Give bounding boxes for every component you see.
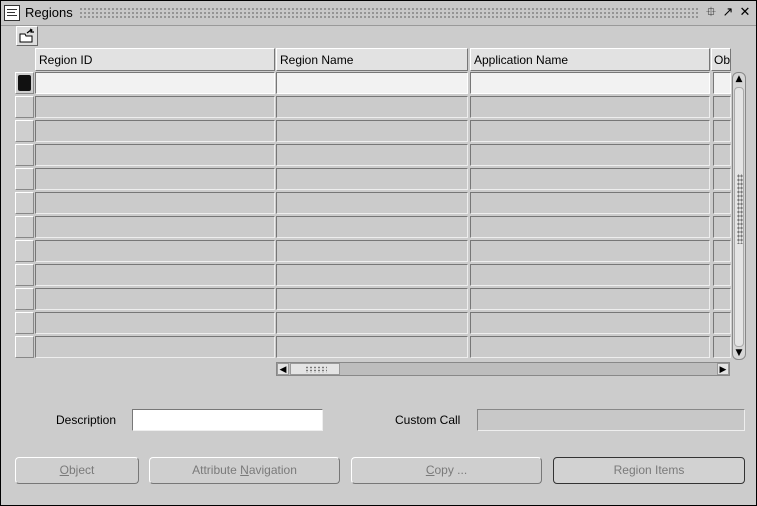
cell-application-name[interactable] — [470, 336, 710, 358]
column-header-region-name[interactable]: Region Name — [276, 48, 468, 71]
scroll-left-icon[interactable]: ◀ — [277, 363, 289, 375]
cell-region-id[interactable] — [35, 120, 275, 142]
cell-object[interactable] — [713, 120, 731, 142]
row-selector[interactable] — [15, 288, 34, 310]
regions-window: Regions ⯐ ↗ ✕ Region ID Region Name Appl… — [0, 0, 757, 506]
cell-application-name[interactable] — [470, 168, 710, 190]
cell-region-id[interactable] — [35, 72, 275, 94]
title-bar[interactable]: Regions ⯐ ↗ ✕ — [1, 1, 756, 26]
attribute-navigation-button-post: avigation — [248, 463, 297, 477]
scroll-up-icon[interactable]: ▲ — [733, 73, 745, 85]
cell-region-id[interactable] — [35, 216, 275, 238]
cell-region-id[interactable] — [35, 96, 275, 118]
cell-region-name[interactable] — [276, 168, 468, 190]
cell-object[interactable] — [713, 72, 731, 94]
cell-object[interactable] — [713, 144, 731, 166]
region-items-button-label: Region Items — [613, 463, 685, 477]
cell-region-name[interactable] — [276, 96, 468, 118]
cell-region-name[interactable] — [276, 144, 468, 166]
cell-region-name[interactable] — [276, 312, 468, 334]
cell-application-name[interactable] — [470, 144, 710, 166]
row-selector[interactable] — [15, 312, 34, 334]
cell-object[interactable] — [713, 312, 731, 334]
horizontal-scrollbar[interactable]: ◀ ▶ — [276, 362, 730, 376]
row-selector[interactable] — [15, 264, 34, 286]
cell-region-id[interactable] — [35, 240, 275, 262]
vertical-scroll-thumb[interactable] — [734, 87, 744, 347]
cell-region-id[interactable] — [35, 336, 275, 358]
open-folder-button[interactable] — [16, 26, 38, 46]
cell-application-name[interactable] — [470, 288, 710, 310]
cell-application-name[interactable] — [470, 312, 710, 334]
cell-region-name[interactable] — [276, 216, 468, 238]
description-label: Description — [56, 413, 117, 427]
row-selector[interactable] — [15, 120, 34, 142]
cell-application-name[interactable] — [470, 120, 710, 142]
cell-application-name[interactable] — [470, 264, 710, 286]
cell-application-name[interactable] — [470, 240, 710, 262]
row-selector[interactable] — [15, 168, 34, 190]
cell-region-name[interactable] — [276, 120, 468, 142]
object-button[interactable]: Object — [15, 457, 139, 484]
vertical-scrollbar[interactable]: ▲ ▼ — [732, 72, 746, 360]
cell-region-id[interactable] — [35, 192, 275, 214]
row-selector[interactable] — [15, 192, 34, 214]
scroll-right-icon[interactable]: ▶ — [717, 363, 729, 375]
cell-region-name[interactable] — [276, 192, 468, 214]
row-selector[interactable] — [15, 144, 34, 166]
custom-call-input[interactable] — [477, 409, 745, 431]
cell-application-name[interactable] — [470, 216, 710, 238]
cell-region-name[interactable] — [276, 240, 468, 262]
attribute-navigation-button-pre: Attribute — [192, 463, 241, 477]
cell-object[interactable] — [713, 288, 731, 310]
cell-region-name[interactable] — [276, 288, 468, 310]
cell-object[interactable] — [713, 216, 731, 238]
attribute-navigation-button[interactable]: Attribute Navigation — [149, 457, 340, 484]
cell-object[interactable] — [713, 264, 731, 286]
cell-region-id[interactable] — [35, 264, 275, 286]
cell-application-name[interactable] — [470, 192, 710, 214]
minimize-icon[interactable]: ⯐ — [704, 4, 718, 22]
cell-region-id[interactable] — [35, 312, 275, 334]
title-bar-texture — [79, 7, 699, 19]
column-header-region-id[interactable]: Region ID — [35, 48, 275, 71]
copy-button-post: opy ... — [434, 463, 468, 477]
cell-region-id[interactable] — [35, 168, 275, 190]
cell-object[interactable] — [713, 336, 731, 358]
scroll-down-icon[interactable]: ▼ — [733, 347, 745, 359]
column-header-object[interactable]: Ob — [711, 48, 731, 71]
attribute-navigation-button-mnemonic: N — [240, 463, 249, 477]
object-button-mnemonic: O — [59, 463, 69, 477]
cell-region-id[interactable] — [35, 288, 275, 310]
row-selector[interactable] — [15, 336, 34, 358]
column-header-application-name[interactable]: Application Name — [470, 48, 710, 71]
description-input[interactable] — [132, 409, 323, 431]
region-items-button[interactable]: Region Items — [553, 457, 745, 484]
row-selector[interactable] — [15, 72, 34, 94]
maximize-icon[interactable]: ↗ — [721, 4, 735, 22]
cell-application-name[interactable] — [470, 96, 710, 118]
window-app-icon — [4, 5, 20, 21]
cell-region-name[interactable] — [276, 72, 468, 94]
close-icon[interactable]: ✕ — [738, 4, 752, 22]
cell-application-name[interactable] — [470, 72, 710, 94]
cell-object[interactable] — [713, 192, 731, 214]
row-selector[interactable] — [15, 216, 34, 238]
object-button-post: bject — [68, 463, 95, 477]
cell-object[interactable] — [713, 96, 731, 118]
row-selector[interactable] — [15, 96, 34, 118]
copy-button[interactable]: Copy ... — [351, 457, 542, 484]
cell-region-name[interactable] — [276, 336, 468, 358]
cell-region-id[interactable] — [35, 144, 275, 166]
cell-object[interactable] — [713, 240, 731, 262]
open-folder-icon — [19, 28, 34, 43]
cell-object[interactable] — [713, 168, 731, 190]
row-selector[interactable] — [15, 240, 34, 262]
horizontal-scroll-thumb[interactable] — [290, 363, 340, 375]
window-title: Regions — [25, 5, 73, 20]
custom-call-label: Custom Call — [395, 413, 461, 427]
cell-region-name[interactable] — [276, 264, 468, 286]
